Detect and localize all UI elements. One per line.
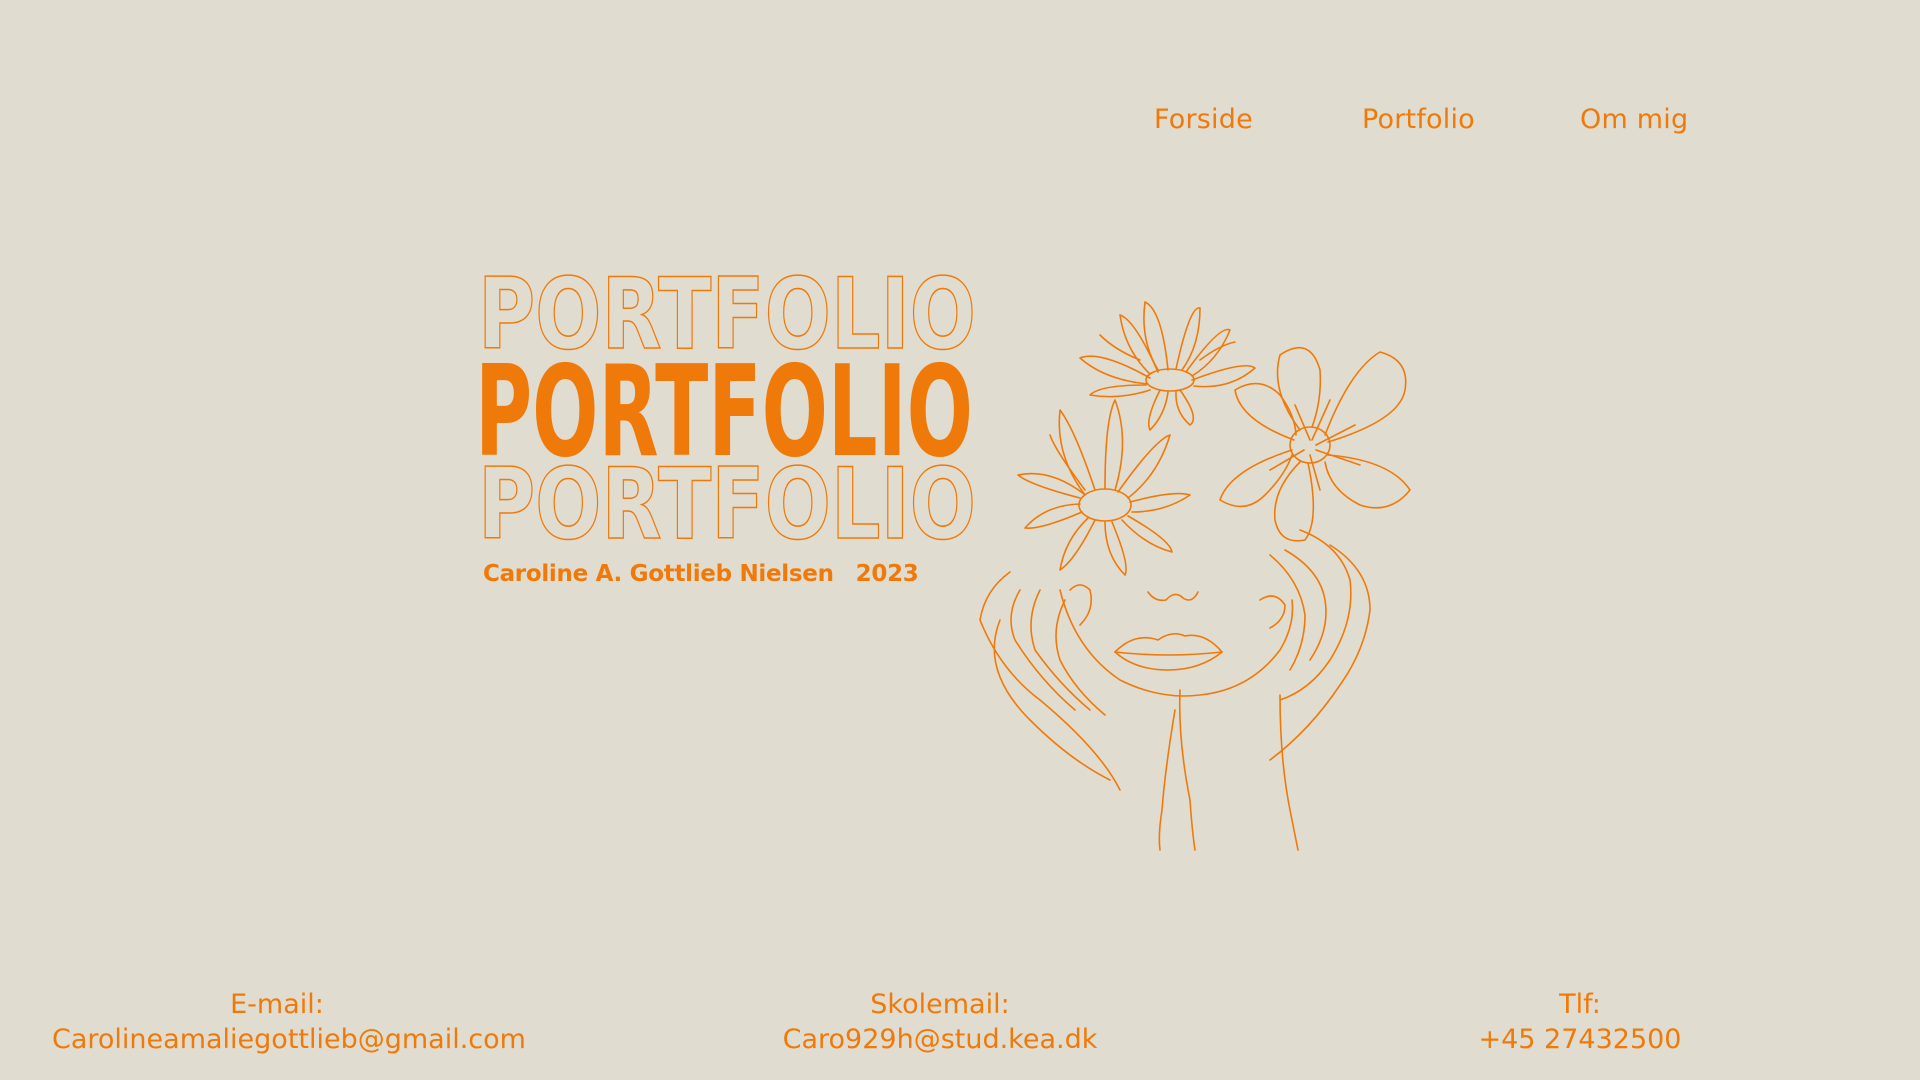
face-lines — [1059, 589, 1299, 851]
school-email-link[interactable]: Caro929h@stud.kea.dk — [780, 1022, 1100, 1057]
main-nav: Forside Portfolio Om mig — [1154, 104, 1714, 144]
nav-link-om-mig[interactable]: Om mig — [1580, 104, 1688, 135]
flower-right — [1219, 346, 1411, 542]
school-email-label: Skolemail: — [870, 989, 1010, 1020]
contact-school-email: Skolemail: Caro929h@stud.kea.dk — [780, 987, 1100, 1057]
daisy-left — [1017, 399, 1191, 576]
author-name: Caroline A. Gottlieb Nielsen — [483, 561, 834, 587]
hero-subtitle: Caroline A. Gottlieb Nielsen 2023 — [483, 561, 919, 587]
nav-link-forside[interactable]: Forside — [1154, 104, 1253, 135]
email-link[interactable]: Carolineamaliegottlieb@gmail.com — [52, 1022, 526, 1057]
phone-link[interactable]: +45 27432500 — [1450, 1022, 1710, 1057]
nav-link-portfolio[interactable]: Portfolio — [1362, 104, 1475, 135]
contact-email: E-mail: Carolineamaliegottlieb@gmail.com — [52, 987, 526, 1057]
email-label: E-mail: — [230, 989, 324, 1020]
right-hand-lines — [1259, 529, 1371, 761]
contact-phone: Tlf: +45 27432500 — [1450, 987, 1710, 1057]
left-hand-lines — [979, 571, 1121, 791]
daisy-top — [1079, 301, 1256, 431]
phone-label: Tlf: — [1559, 989, 1601, 1020]
page-title: PORTFOLIO — [475, 338, 973, 485]
woman-with-flowers-icon — [900, 290, 1460, 860]
